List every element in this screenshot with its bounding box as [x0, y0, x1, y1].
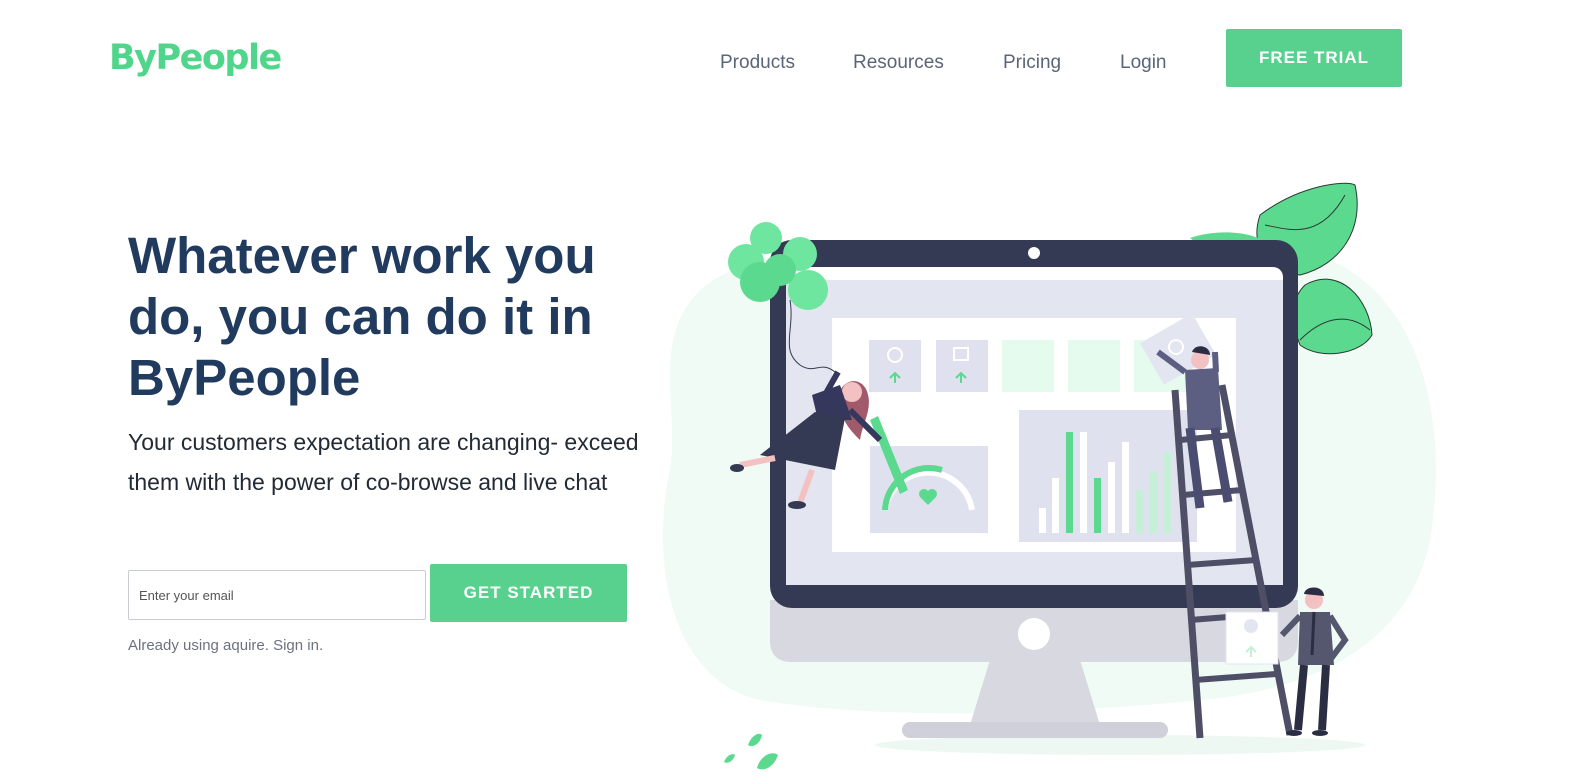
leaves-bottom-left — [724, 733, 778, 770]
email-input[interactable] — [128, 570, 426, 620]
nav-item-pricing[interactable]: Pricing — [1003, 52, 1061, 74]
nav-item-login[interactable]: Login — [1120, 52, 1167, 74]
nav-item-resources[interactable]: Resources — [853, 52, 944, 74]
logo[interactable]: ByPeople — [109, 38, 282, 78]
nav-item-products[interactable]: Products — [720, 52, 795, 74]
signin-line: Already using aquire. Sign in. — [128, 637, 323, 654]
get-started-button[interactable]: GET STARTED — [430, 564, 627, 622]
signin-prefix: Already using aquire. — [128, 637, 269, 654]
free-trial-button[interactable]: FREE TRIAL — [1226, 29, 1402, 87]
hero-headline: Whatever work you do, you can do it in B… — [128, 227, 596, 406]
hero-illustration — [662, 182, 1436, 770]
hero-subtext: Your customers expectation are changing-… — [128, 429, 639, 495]
signin-link[interactable]: Sign in. — [273, 637, 323, 654]
